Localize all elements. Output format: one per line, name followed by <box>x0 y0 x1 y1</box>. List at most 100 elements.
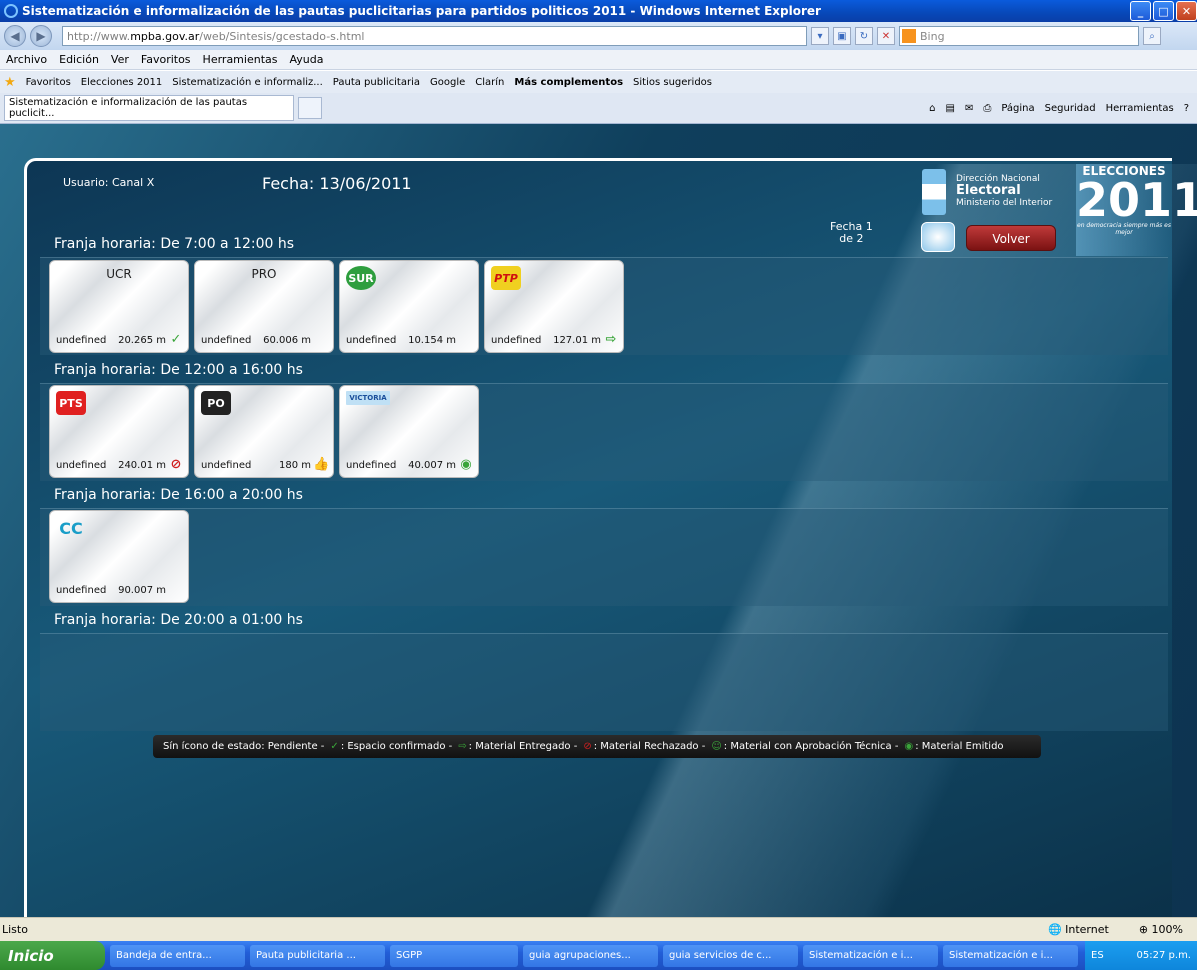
fav-elecciones[interactable]: Elecciones 2011 <box>81 77 162 88</box>
legend-forbidden-icon: ⊘ <box>583 741 592 752</box>
menu-archivo[interactable]: Archivo <box>6 53 47 66</box>
start-button[interactable]: Inicio <box>0 941 105 970</box>
minimize-button[interactable]: _ <box>1130 1 1151 21</box>
task-label: Pauta publicitaria ... <box>256 950 356 961</box>
volver-button[interactable]: Volver <box>966 225 1056 251</box>
po-logo: PO <box>201 391 231 415</box>
dropdown-icon[interactable]: ▾ <box>811 27 829 45</box>
search-icon[interactable]: ⌕ <box>1143 27 1161 45</box>
card-pts[interactable]: PTS undefined 240.01 m ⊘ <box>49 385 189 478</box>
menu-ayuda[interactable]: Ayuda <box>289 53 323 66</box>
fav-complementos[interactable]: Más complementos <box>514 77 623 88</box>
card-undef: undefined <box>56 460 107 471</box>
menu-edicion[interactable]: Edición <box>59 53 99 66</box>
sur-logo: SUR <box>346 266 376 290</box>
close-button[interactable]: ✕ <box>1176 1 1197 21</box>
system-tray: ES 05:27 p.m. <box>1085 941 1197 970</box>
thumbs-up-icon: 👍 <box>313 457 330 472</box>
cmd-pagina[interactable]: Página <box>1001 103 1034 114</box>
band-label-1: Franja horaria: De 7:00 a 12:00 hs <box>54 236 295 252</box>
legend-emitido: : Material Emitido <box>915 741 1004 752</box>
refresh-icon[interactable]: ↻ <box>855 27 873 45</box>
card-value: 127.01 m <box>553 335 601 346</box>
fav-sugeridos[interactable]: Sitios sugeridos <box>633 77 712 88</box>
fav-sistematizacion[interactable]: Sistematización e informaliz... <box>172 77 323 88</box>
start-label: Inicio <box>8 946 54 965</box>
task-sgpp[interactable]: SGPP <box>390 944 518 967</box>
menu-ver[interactable]: Ver <box>111 53 129 66</box>
card-po[interactable]: PO undefined 180 m 👍 <box>194 385 334 478</box>
card-sur[interactable]: SUR undefined 10.154 m <box>339 260 479 353</box>
task-firefox[interactable]: Pauta publicitaria ... <box>250 944 385 967</box>
cmd-herramientas[interactable]: Herramientas <box>1106 103 1174 114</box>
lang-indicator[interactable]: ES <box>1091 950 1104 961</box>
card-pro[interactable]: PRO undefined 60.006 m <box>194 260 334 353</box>
stop-icon[interactable]: ✕ <box>877 27 895 45</box>
tab-current[interactable]: Sistematización e informalización de las… <box>4 95 294 121</box>
band-3 <box>40 508 1168 606</box>
legend-broadcast-icon: ◉ <box>904 741 914 752</box>
card-undef: undefined <box>201 335 252 346</box>
card-undef: undefined <box>491 335 542 346</box>
address-bar: ◀ ▶ http://www. mpba.gov.ar/web/Sintesis/… <box>0 22 1197 50</box>
cmd-seguridad[interactable]: Seguridad <box>1045 103 1096 114</box>
arrow-right-icon: ⇨ <box>605 332 617 347</box>
new-tab-button[interactable] <box>298 97 322 119</box>
card-ucr[interactable]: UCR undefined 20.265 m ✓ <box>49 260 189 353</box>
printer-icon[interactable] <box>921 222 955 252</box>
task-label: Sistematización e i... <box>809 950 913 961</box>
url-path: /web/Sintesis/gcestado-s.html <box>199 29 365 43</box>
legend-pendiente: Sín ícono de estado: Pendiente - <box>163 741 325 752</box>
card-undef: undefined <box>56 335 107 346</box>
print-icon[interactable]: ⎙ <box>983 103 991 114</box>
zone-label: Internet <box>1065 923 1109 936</box>
fav-pauta[interactable]: Pauta publicitaria <box>333 77 420 88</box>
compat-icon[interactable]: ▣ <box>833 27 851 45</box>
help-icon[interactable]: ? <box>1184 103 1189 114</box>
zoom-control[interactable]: ⊕ 100% <box>1139 923 1183 936</box>
card-undef: undefined <box>201 460 252 471</box>
band-label-4: Franja horaria: De 20:00 a 01:00 hs <box>54 612 303 628</box>
clock: 05:27 p.m. <box>1136 950 1191 961</box>
argentina-emblem <box>922 169 946 215</box>
card-cc[interactable]: CC undefined 90.007 m <box>49 510 189 603</box>
card-name: UCR <box>106 267 132 281</box>
maximize-button[interactable]: □ <box>1153 1 1174 21</box>
favorites-star-icon: ★ <box>4 74 16 90</box>
mail-icon[interactable]: ✉ <box>965 103 973 114</box>
status-bar: Listo 🌐 Internet ⊕ 100% <box>0 917 1197 941</box>
card-undef: undefined <box>346 335 397 346</box>
task-ie-2[interactable]: Sistematización e i... <box>943 944 1078 967</box>
task-label: guia agrupaciones... <box>529 950 631 961</box>
task-outlook[interactable]: Bandeja de entra... <box>110 944 245 967</box>
url-field[interactable]: http://www. mpba.gov.ar/web/Sintesis/gces… <box>62 26 807 46</box>
card-victoria[interactable]: VICTORIA undefined 40.007 m ◉ <box>339 385 479 478</box>
fav-google[interactable]: Google <box>430 77 465 88</box>
victoria-logo: VICTORIA <box>346 391 390 405</box>
cc-logo: CC <box>59 518 83 538</box>
home-icon[interactable]: ⌂ <box>929 103 935 114</box>
ie-icon <box>4 4 18 18</box>
task-label: Bandeja de entra... <box>116 950 212 961</box>
favorites-button[interactable]: Favoritos <box>26 77 71 88</box>
task-ie-1[interactable]: Sistematización e i... <box>803 944 938 967</box>
elecciones-logo: ELECCIONES 2011 en democracia siempre má… <box>1076 164 1197 256</box>
menu-herramientas[interactable]: Herramientas <box>203 53 278 66</box>
bing-icon <box>902 29 916 43</box>
dne-logo: Dirección Nacional Electoral Ministerio … <box>956 173 1052 209</box>
feeds-icon[interactable]: ▤ <box>946 103 955 114</box>
search-input[interactable]: Bing <box>899 26 1139 46</box>
task-word-2[interactable]: guia servicios de c... <box>663 944 798 967</box>
card-undef: undefined <box>346 460 397 471</box>
card-ptp[interactable]: PTP undefined 127.01 m ⇨ <box>484 260 624 353</box>
fecha-pager: Fecha 1 de 2 <box>830 221 873 245</box>
forward-button[interactable]: ▶ <box>30 25 52 47</box>
band-label-2: Franja horaria: De 12:00 a 16:00 hs <box>54 362 303 378</box>
dne-line2: Electoral <box>956 183 1021 198</box>
menu-favoritos[interactable]: Favoritos <box>141 53 191 66</box>
back-button[interactable]: ◀ <box>4 25 26 47</box>
card-value: 10.154 m <box>408 335 456 346</box>
task-word-1[interactable]: guia agrupaciones... <box>523 944 658 967</box>
card-name: PRO <box>251 267 277 281</box>
fav-clarin[interactable]: Clarín <box>475 77 504 88</box>
